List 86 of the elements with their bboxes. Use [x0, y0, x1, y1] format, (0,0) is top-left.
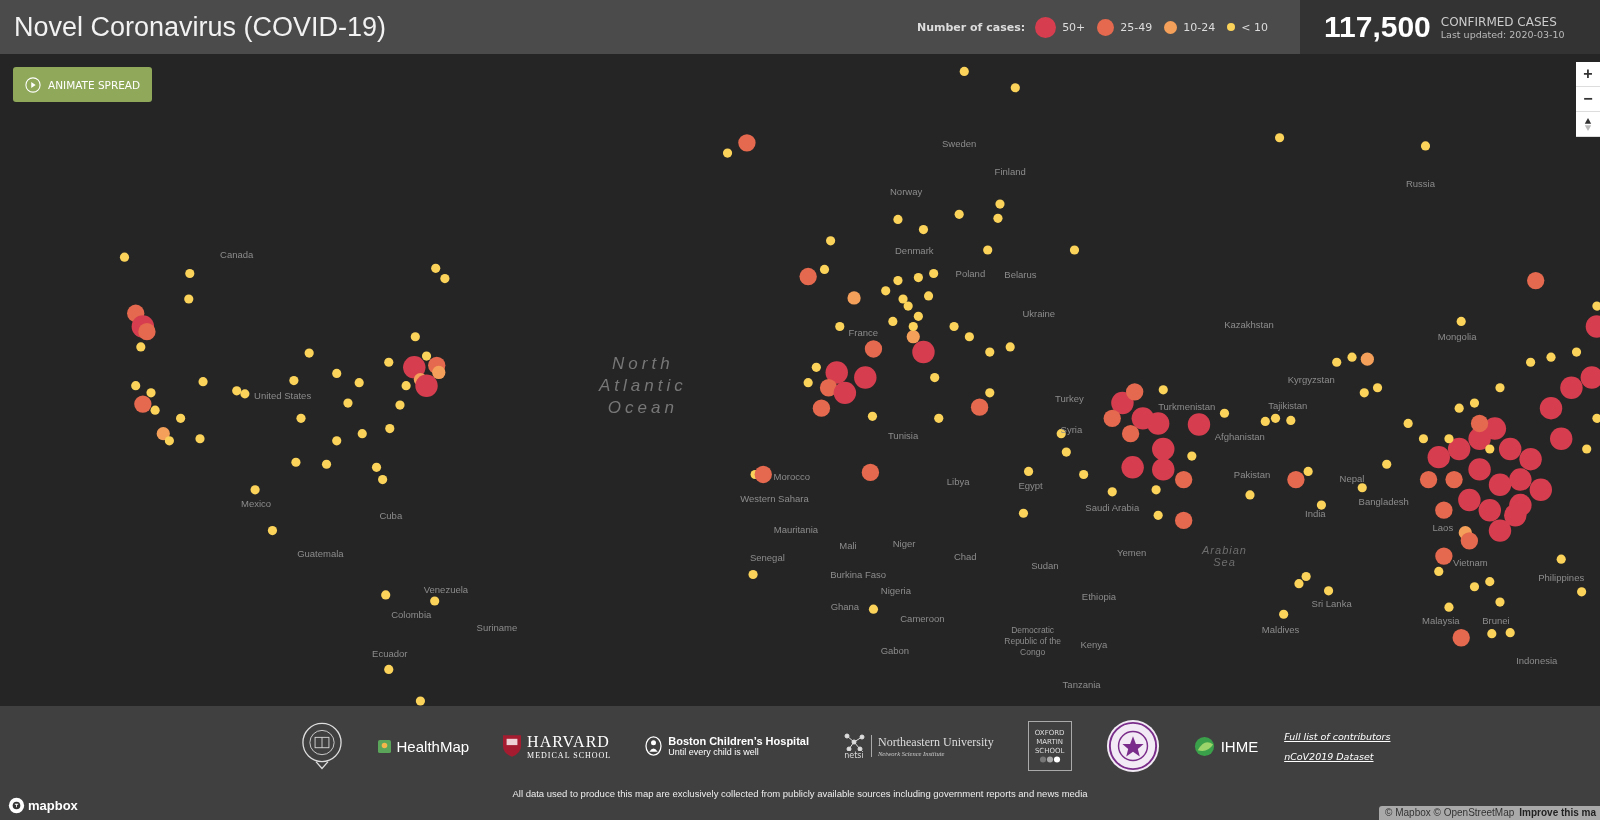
map-place-label: Tunisia [887, 429, 919, 441]
map-place-label: Guatemala [297, 547, 344, 559]
map-place-label: France [848, 326, 879, 338]
map-place-label: Belarus [1004, 269, 1037, 280]
map-place-label: Ghana [830, 600, 860, 612]
map-place-label: Vietnam [1453, 556, 1488, 568]
map-place-label: Kyrgyzstan [1287, 373, 1335, 385]
last-updated: Last updated: 2020-03-10 [1440, 28, 1565, 40]
map-place-label: Mexico [241, 497, 272, 509]
map-place-label: Arabian Sea [1200, 544, 1248, 569]
footer-link[interactable]: Full list of contributors [1284, 730, 1391, 742]
map-place-label: Brunei [1482, 614, 1510, 626]
map-place-label: Yemen [1117, 546, 1147, 558]
map-place-label: Denmark [895, 244, 934, 256]
map-place-label: Cameroon [900, 612, 945, 624]
improve-map-link[interactable]: Improve this ma [1519, 807, 1596, 818]
map-place-label: Laos [1432, 521, 1454, 532]
attribution-text: © Mapbox © OpenStreetMap [1385, 807, 1515, 818]
map-place-label: Syria [1060, 423, 1083, 435]
partner-subtitle: MEDICAL SCHOOL [527, 750, 612, 760]
map-place-label: Turkey [1055, 392, 1084, 404]
map-place-label: Gabon [880, 644, 910, 656]
legend-text: < 10 [1241, 20, 1268, 34]
partner-name: netsi [844, 750, 864, 760]
map-place-label: Saudi Arabia [1085, 501, 1140, 513]
map-place-label: Bangladesh [1358, 495, 1409, 507]
map-place-label: Malaysia [1422, 614, 1460, 626]
legend-text: 50+ [1062, 20, 1086, 34]
total-count: 117,500 [1324, 10, 1431, 44]
map-place-label: Cuba [379, 509, 403, 521]
map-place-label: Norway [890, 185, 923, 197]
map-place-label: Ecuador [372, 647, 408, 659]
map-place-label: Afghanistan [1214, 430, 1265, 442]
map-place-label: Poland [955, 267, 986, 279]
legend-text: 10-24 [1183, 20, 1216, 34]
map-place-label: Indonesia [1516, 654, 1558, 666]
map-place-label: Sweden [942, 137, 977, 149]
map-place-label: Tajikistan [1268, 399, 1308, 411]
map-place-label: Sri Lanka [1311, 597, 1352, 609]
map-place-label: Western Sahara [740, 492, 809, 504]
map-place-label: Turkmenistan [1158, 400, 1216, 412]
mapbox-logo-text: mapbox [28, 798, 78, 813]
zoom-button[interactable]: + [1576, 62, 1600, 87]
map-place-label: Morocco [773, 470, 811, 481]
map-place-label: Mongolia [1437, 330, 1477, 342]
map-place-label: Libya [946, 475, 970, 487]
map-place-label: India [1305, 507, 1326, 519]
footer-link[interactable]: nCoV2019 Dataset [1284, 750, 1391, 762]
map-place-label: Mali [839, 539, 857, 551]
map-place-label: Tanzania [1062, 678, 1101, 690]
partner-name: HARVARD [527, 732, 611, 751]
map-place-label: Philippines [1538, 571, 1585, 582]
disclaimer-text: All data used to produce this map are exclusively collected from publicly available sources including government reports and news media [512, 788, 1088, 799]
page-title: Novel Coronavirus (COVID-19) [14, 11, 388, 43]
map-place-label: Finland [994, 165, 1026, 177]
map-place-label: United States [254, 389, 312, 401]
map-place-label: Sudan [1031, 559, 1059, 571]
map-place-label: North Atlantic Ocean [597, 352, 688, 419]
map-place-label: Venezuela [423, 583, 469, 595]
map-place-label: Suriname [476, 621, 518, 632]
map-place-label: Kazakhstan [1224, 319, 1274, 330]
map-place-label: Ukraine [1022, 307, 1056, 319]
partner-subtitle: Until every child is well [668, 747, 760, 757]
map-place-label: Canada [220, 248, 254, 260]
map-place-label: Democratic Republic of the Congo [1003, 624, 1062, 658]
map-place-label: Chad [953, 550, 977, 562]
map-place-label: Pakistan [1233, 469, 1271, 480]
map-place-label: Colombia [391, 608, 432, 620]
map-place-label: Nigeria [880, 584, 911, 596]
map-place-label: Maldives [1261, 623, 1300, 635]
partner-name: Boston Children’s Hospital [668, 735, 809, 747]
map-place-label: Kenya [1080, 638, 1108, 650]
total-label: CONFIRMED CASES [1440, 14, 1558, 29]
legend-text: 25-49 [1120, 20, 1153, 34]
partner-name: HealthMap [396, 737, 470, 755]
legend-label: Number of cases: [916, 20, 1026, 34]
map-place-label: Nepal [1339, 472, 1365, 484]
map-place-label: Ethiopia [1081, 590, 1117, 602]
partner-name: Northeastern University [878, 735, 994, 750]
map-place-label: Senegal [749, 551, 785, 563]
map-place-label: Niger [892, 537, 916, 549]
partner-name: IHME [1220, 737, 1259, 755]
map-place-label: Russia [1405, 177, 1435, 189]
map-place-label: Burkina Faso [830, 569, 887, 580]
map-place-label: Egypt [1018, 479, 1043, 491]
map-place-label: Mauritania [773, 523, 819, 535]
